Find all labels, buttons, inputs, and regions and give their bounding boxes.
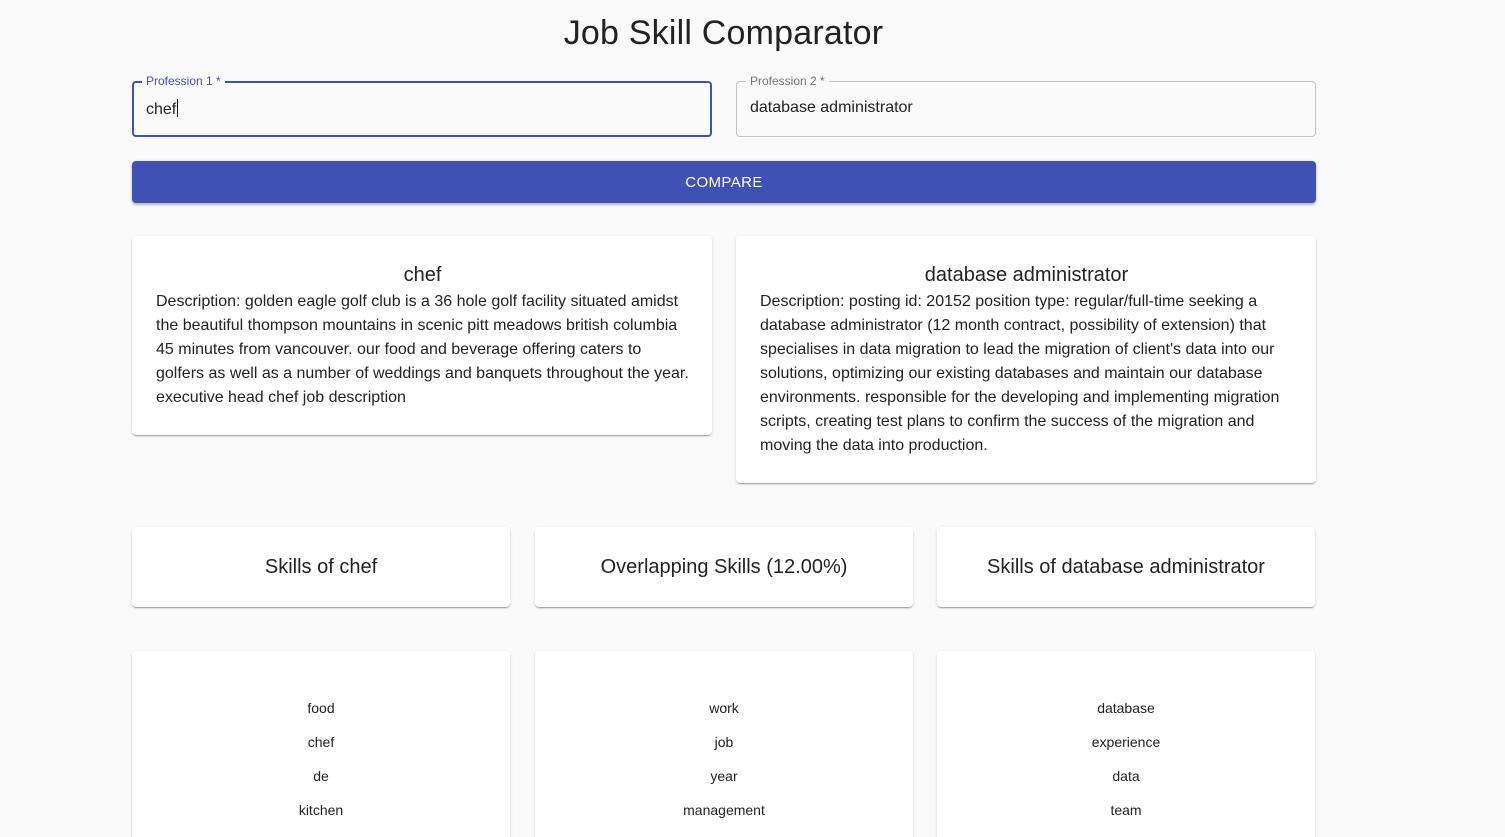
list-item: database	[1097, 700, 1155, 716]
profession-1-label: Profession 1 *	[142, 74, 225, 88]
skills-left-header: Skills of chef	[132, 527, 510, 607]
profession-1-field[interactable]: Profession 1 * chef	[132, 74, 712, 137]
profession-1-description-card: chef Description: golden eagle golf club…	[132, 236, 712, 435]
list-item: chef	[307, 734, 335, 750]
list-item: kitchen	[298, 802, 344, 818]
list-item: team	[1110, 802, 1142, 818]
profession-1-value: chef	[146, 101, 177, 118]
page: Job Skill Comparator Profession 1 * chef…	[0, 0, 1505, 837]
list-item: experience	[1091, 734, 1161, 750]
skills-right-header: Skills of database administrator	[937, 527, 1315, 607]
text-caret	[177, 99, 179, 117]
profession-2-name: database administrator	[924, 264, 1129, 286]
list-item: system	[937, 827, 1315, 837]
profession-2-description-card: database administrator Description: post…	[736, 236, 1316, 483]
list-item: food	[307, 700, 335, 716]
profession-2-description: Description: posting id: 20152 position …	[760, 293, 1280, 454]
profession-2-input[interactable]: database administrator	[750, 99, 913, 117]
profession-2-field[interactable]: Profession 2 * database administrator	[736, 74, 1316, 137]
skills-right-list: database experience data team system	[937, 651, 1315, 837]
list-item: work	[709, 700, 739, 716]
skills-left-list: food chef de kitchen culinary	[132, 651, 510, 837]
list-item: culinary	[132, 827, 510, 837]
list-item: job	[714, 734, 734, 750]
profession-1-description: Description: golden eagle golf club is a…	[156, 293, 689, 406]
page-title: Job Skill Comparator	[563, 14, 884, 52]
list-item: year	[710, 768, 738, 784]
list-item: de	[313, 768, 329, 784]
compare-button[interactable]: COMPARE	[132, 161, 1316, 203]
profession-1-input[interactable]: chef	[146, 99, 179, 119]
skills-overlap-list: work job year management we	[535, 651, 913, 837]
profession-2-label: Profession 2 *	[746, 74, 829, 88]
skills-overlap-header: Overlapping Skills (12.00%)	[535, 527, 913, 607]
list-item: data	[1112, 768, 1140, 784]
list-item: we	[535, 827, 913, 837]
list-item: management	[683, 802, 765, 818]
profession-1-name: chef	[403, 264, 442, 286]
